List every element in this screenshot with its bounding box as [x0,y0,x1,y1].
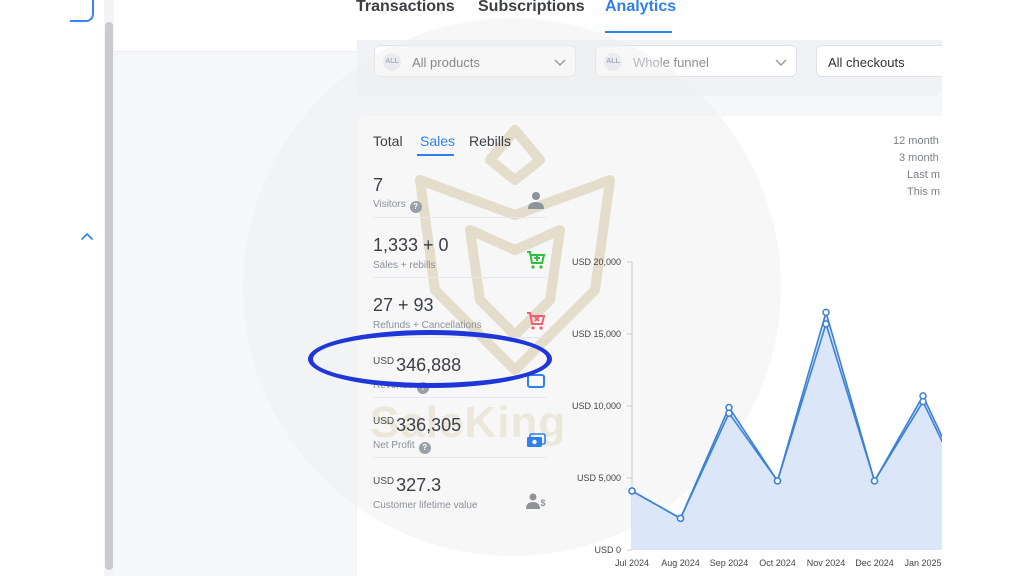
products-select[interactable]: ALL All products [374,45,576,77]
x-tick-label: Dec 2024 [855,558,894,568]
metric-visitors-value: 7 [373,175,384,195]
metric-refunds-label: Refunds + Cancellations [373,320,482,331]
y-tick-label: USD 10,000 [572,401,621,411]
funnel-select-value: Whole funnel [633,55,709,70]
all-badge: ALL [604,53,622,71]
divider [373,397,547,398]
y-tick-label: USD 0 [594,545,621,555]
data-point [628,487,636,495]
metric-net-profit-label: Net Profit? [373,440,431,454]
metric-visitors-label: Visitors? [373,199,422,213]
subtab-sales[interactable]: Sales [420,133,455,149]
y-tick-label: USD 5,000 [577,473,621,483]
checkouts-select-value: All checkouts [828,55,905,70]
x-tick-label: Sep 2024 [710,558,749,568]
chevron-down-icon [775,59,787,66]
y-tick-label: USD 20,000 [572,257,621,267]
chevron-down-icon [554,59,566,66]
subtab-total[interactable]: Total [373,133,403,149]
data-point [822,308,830,317]
metric-clv-value: USD 327.3 [373,475,442,495]
right-edge [942,0,1024,576]
sidebar-scrollbar-thumb[interactable] [105,22,113,570]
tab-transactions[interactable]: Transactions [356,0,455,30]
divider [373,277,547,278]
divider [373,337,547,338]
data-point [725,409,733,417]
data-point [676,514,685,523]
period-last-month[interactable]: Last m [907,169,940,181]
metric-net-profit-value: USD 336,305 [373,415,462,435]
metric-sales-label: Sales + rebills [373,260,436,271]
cart-remove-icon [527,312,546,330]
chevron-up-icon[interactable] [78,228,96,246]
x-tick-label: Jan 2025 [904,558,941,568]
all-badge: ALL [383,53,401,71]
cash-icon [527,433,546,447]
help-icon[interactable]: ? [417,382,430,394]
data-point [870,477,879,485]
divider [373,217,547,218]
revenue-icon [527,374,545,388]
data-point [773,477,782,485]
svg-text:$: $ [541,498,546,508]
series-area [632,312,942,550]
active-subtab-indicator [417,154,454,156]
user-dollar-icon: $ [526,493,546,509]
x-tick-label: Jul 2024 [615,558,649,568]
x-tick-label: Nov 2024 [807,558,846,568]
data-point [919,397,927,406]
products-select-value: All products [412,55,480,70]
cart-add-icon [527,251,546,269]
metric-clv-label: Customer lifetime value [373,500,478,511]
data-point [822,320,830,328]
metric-refunds-value: 27 + 93 [373,295,434,315]
help-icon[interactable]: ? [418,442,431,454]
checkouts-select[interactable]: All checkouts [816,45,956,77]
sidebar-top-button[interactable] [70,0,94,22]
tab-subscriptions[interactable]: Subscriptions [478,0,585,30]
period-12-months[interactable]: 12 month [893,135,939,147]
funnel-select[interactable]: ALL Whole funnel [595,45,797,77]
x-tick-label: Oct 2024 [759,558,796,568]
tab-analytics[interactable]: Analytics [605,0,676,30]
y-tick-label: USD 15,000 [572,329,621,339]
divider [373,457,547,458]
active-tab-indicator [605,31,672,33]
period-this-month[interactable]: This m [907,186,940,198]
revenue-line-chart: USD 0 USD 5,000 USD 10,000 USD 15,000 USD 20… [572,257,942,568]
help-icon[interactable]: ? [409,201,422,213]
period-3-months[interactable]: 3 month [899,152,939,164]
person-icon [528,192,544,209]
subtab-rebills[interactable]: Rebills [469,133,511,149]
metric-revenue-value: USD 346,888 [373,355,462,375]
metric-revenue-label: Revenue? [373,380,430,394]
x-tick-label: Aug 2024 [661,558,700,568]
metric-sales-value: 1,333 + 0 [373,235,449,255]
